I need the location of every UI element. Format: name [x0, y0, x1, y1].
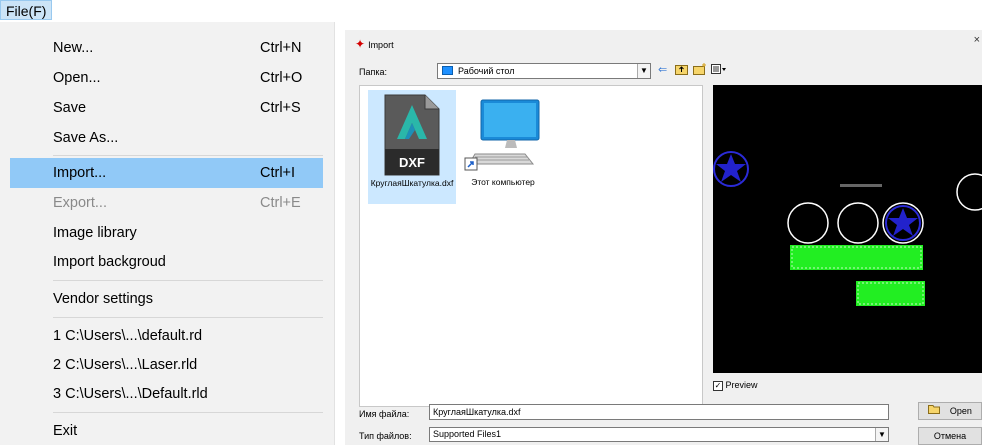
menu-item-exit[interactable]: Exit — [10, 416, 323, 446]
menu-item-shortcut: Ctrl+O — [260, 70, 303, 86]
menu-item-label: New... — [53, 40, 94, 56]
menu-item-recent-1[interactable]: 1 C:\Users\...\default.rd — [10, 321, 323, 351]
back-arrow-icon[interactable]: ⇐ — [658, 63, 667, 77]
file-name: Этот компьютер — [471, 177, 535, 187]
menu-item-save[interactable]: Save Ctrl+S — [10, 93, 323, 123]
menu-item-label: 1 C:\Users\...\default.rd — [53, 328, 203, 344]
preview-panel — [713, 85, 982, 373]
menu-separator — [53, 280, 323, 281]
menu-item-label: Open... — [53, 70, 101, 86]
file-dropdown-menu: New... Ctrl+N Open... Ctrl+O Save Ctrl+S… — [0, 22, 335, 445]
menu-bar: File(F) — [0, 0, 982, 20]
menu-item-shortcut: Ctrl+N — [260, 40, 302, 56]
menu-item-shortcut: Ctrl+I — [260, 165, 296, 181]
menu-item-shortcut: Ctrl+S — [260, 100, 301, 116]
folder-value: Рабочий стол — [458, 66, 515, 76]
open-folder-icon — [928, 405, 944, 417]
menu-item-recent-3[interactable]: 3 C:\Users\...\Default.rld — [10, 379, 323, 409]
dialog-title-bar: ✦ Import — [355, 37, 394, 51]
up-folder-icon[interactable] — [675, 63, 688, 77]
desktop-icon — [442, 66, 453, 75]
open-button-label: Open — [949, 406, 972, 416]
menu-item-label: Import backgroud — [53, 254, 166, 270]
menu-item-label: Vendor settings — [53, 291, 153, 307]
file-list[interactable]: DXF КруглаяШкатулка.dxf Этот компьютер — [359, 85, 703, 407]
filename-label: Имя файла: — [359, 409, 410, 419]
menu-item-export[interactable]: Export... Ctrl+E — [10, 188, 323, 218]
menu-separator — [53, 155, 323, 156]
new-folder-icon[interactable] — [693, 63, 707, 77]
menu-item-save-as[interactable]: Save As... — [10, 123, 323, 153]
menu-item-label: Exit — [53, 423, 78, 439]
import-dialog: ✦ Import × Папка: Рабочий стол ▼ ⇐ DXF Кр… — [345, 30, 982, 445]
menu-item-new[interactable]: New... Ctrl+N — [10, 33, 323, 63]
folder-select[interactable]: Рабочий стол ▼ — [437, 63, 651, 79]
menu-item-open[interactable]: Open... Ctrl+O — [10, 63, 323, 93]
menu-item-label: 3 C:\Users\...\Default.rld — [53, 386, 208, 402]
menu-item-recent-2[interactable]: 2 C:\Users\...\Laser.rld — [10, 350, 323, 380]
menu-item-shortcut: Ctrl+E — [260, 195, 301, 211]
menu-item-import-background[interactable]: Import backgroud — [10, 247, 323, 277]
folder-label: Папка: — [359, 67, 387, 77]
preview-checkbox[interactable]: ✓ Preview — [713, 380, 758, 391]
file-name: КруглаяШкатулка.dxf — [370, 178, 454, 188]
file-item-dxf[interactable]: DXF КруглаяШкатулка.dxf — [368, 90, 456, 204]
dialog-title: Import — [368, 40, 394, 50]
chevron-down-icon[interactable]: ▼ — [637, 64, 650, 78]
file-menu-button[interactable]: File(F) — [0, 0, 53, 20]
menu-item-import[interactable]: Import... Ctrl+I — [10, 158, 323, 188]
menu-item-label: Save As... — [53, 130, 119, 146]
filetype-value: Supported Files1 — [433, 429, 502, 439]
checkbox-checked-icon[interactable]: ✓ — [713, 380, 723, 391]
menu-item-label: 2 C:\Users\...\Laser.rld — [53, 357, 198, 373]
filetype-label: Тип файлов: — [359, 431, 412, 441]
open-button[interactable]: Open — [918, 402, 982, 420]
preview-drawing — [713, 151, 982, 306]
filename-input[interactable]: КруглаяШкатулка.dxf — [429, 404, 889, 420]
menu-item-label: Image library — [53, 225, 137, 241]
menu-item-label: Export... — [53, 195, 107, 211]
cancel-button[interactable]: Отмена — [918, 427, 982, 445]
close-icon[interactable]: × — [974, 34, 980, 46]
menu-item-label: Save — [53, 100, 87, 116]
menu-item-label: Import... — [53, 165, 107, 181]
menu-item-vendor-settings[interactable]: Vendor settings — [10, 284, 323, 314]
dxf-badge: DXF — [399, 155, 425, 170]
file-item-this-pc[interactable]: Этот компьютер — [460, 90, 546, 202]
dxf-file-icon: DXF — [384, 94, 440, 176]
import-app-icon: ✦ — [355, 37, 366, 51]
view-menu-icon[interactable] — [711, 63, 727, 77]
filetype-select[interactable]: Supported Files1 ▼ — [429, 427, 889, 442]
computer-icon — [464, 99, 540, 171]
preview-label: Preview — [725, 380, 758, 390]
menu-item-image-library[interactable]: Image library — [10, 218, 323, 248]
menu-separator — [53, 412, 323, 413]
chevron-down-icon[interactable]: ▼ — [875, 428, 888, 441]
menu-separator — [53, 317, 323, 318]
